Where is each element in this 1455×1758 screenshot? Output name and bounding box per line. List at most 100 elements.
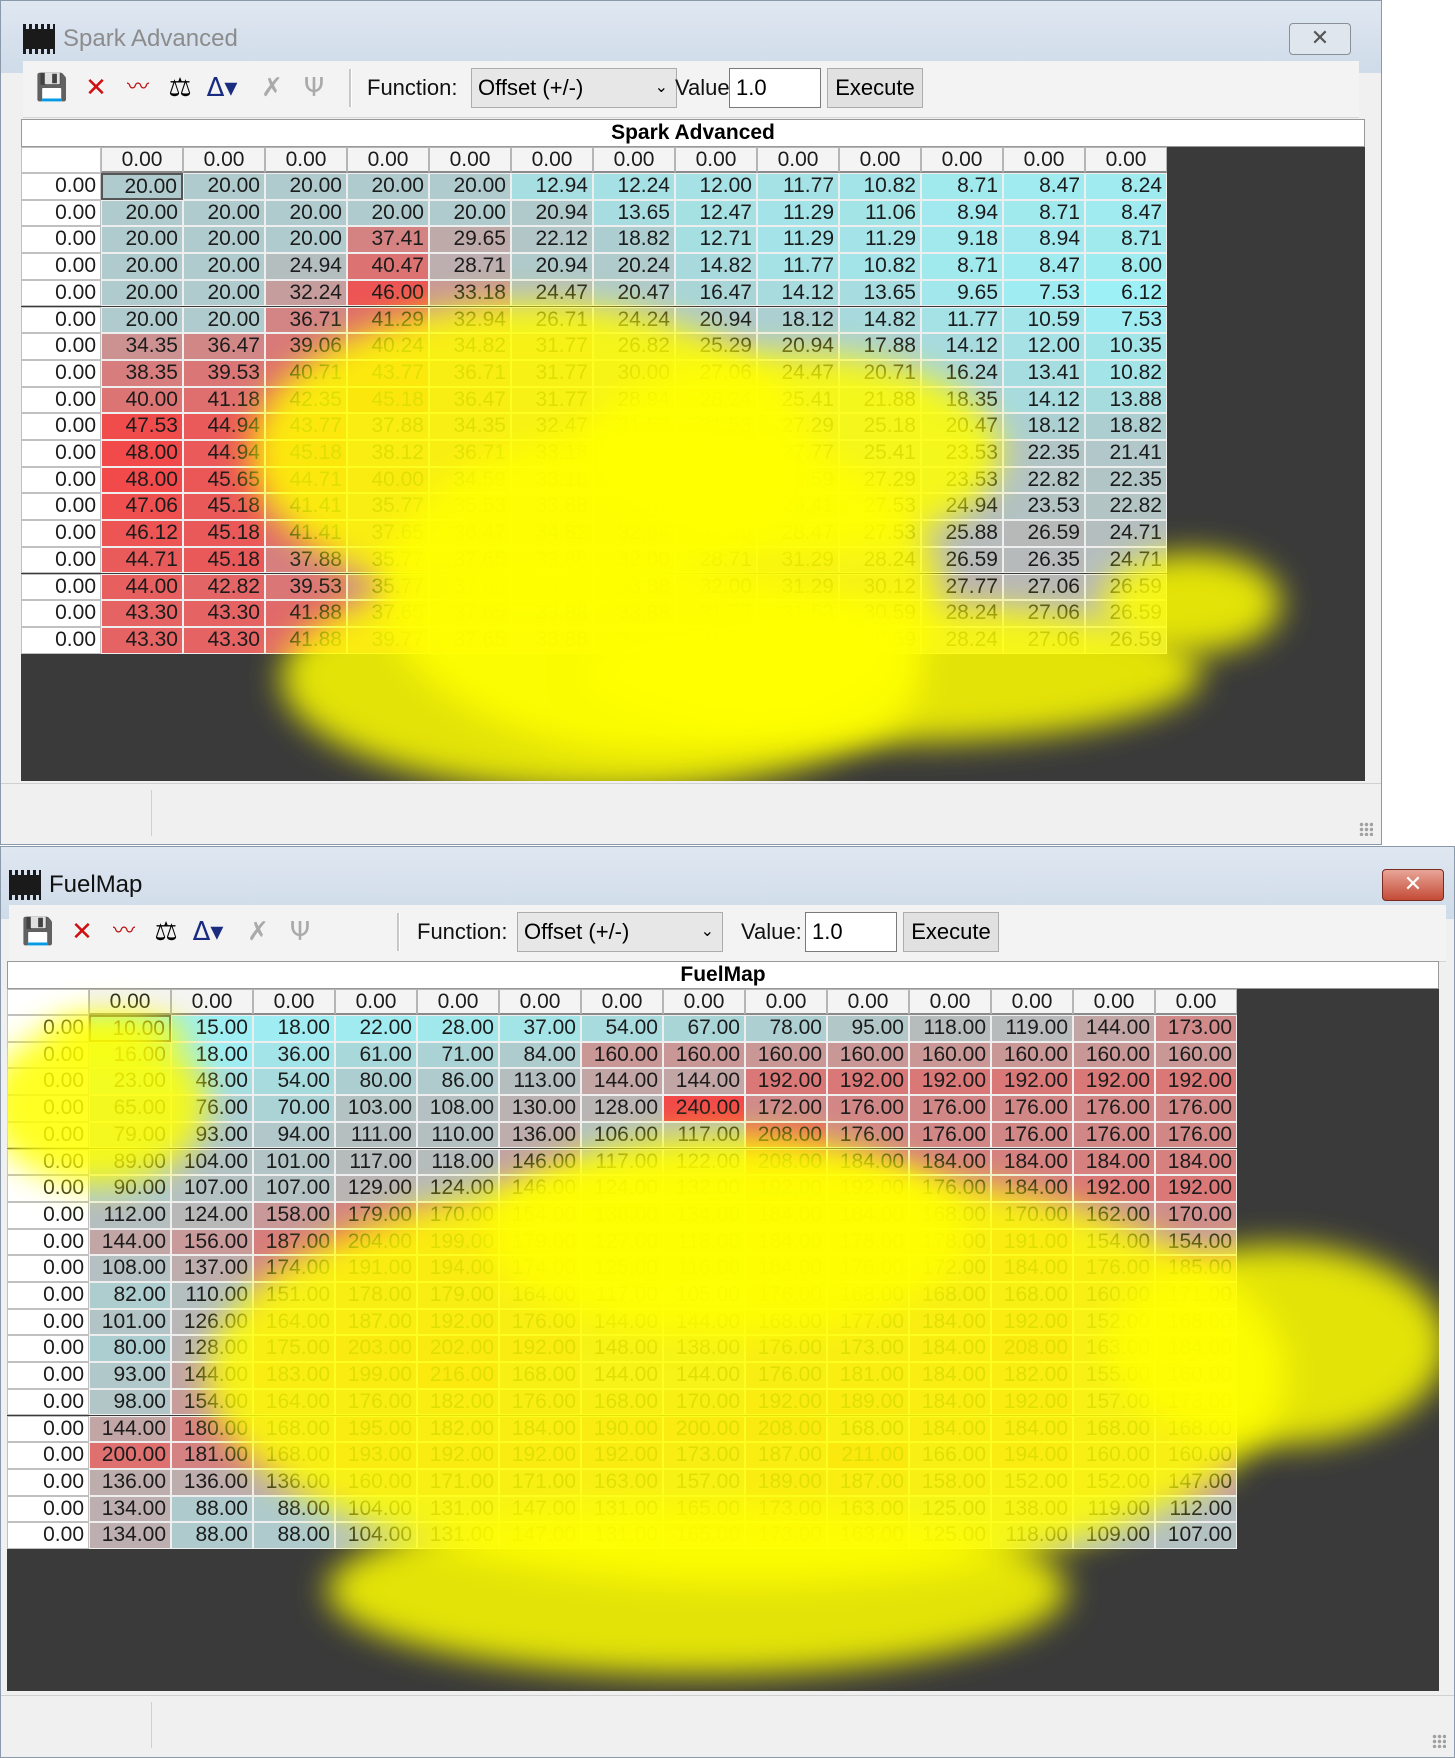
table-cell[interactable]: 144.00 [663, 1308, 745, 1336]
table-cell[interactable]: 184.00 [909, 1335, 991, 1363]
table-cell[interactable]: 176.00 [909, 1121, 991, 1149]
table-cell[interactable]: 31.53 [757, 626, 839, 654]
table-cell[interactable]: 176.00 [991, 1121, 1073, 1149]
table-cell[interactable]: 48.00 [101, 440, 183, 467]
row-header[interactable]: 0.00 [7, 1495, 89, 1523]
table-cell[interactable]: 138.00 [991, 1495, 1073, 1523]
table-cell[interactable]: 93.00 [89, 1362, 171, 1389]
table-cell[interactable]: 30.00 [593, 359, 675, 387]
table-cell[interactable]: 36.47 [429, 386, 511, 414]
table-cell[interactable]: 45.18 [183, 520, 265, 547]
table-cell[interactable]: 12.47 [675, 199, 757, 227]
row-header[interactable]: 0.00 [21, 573, 101, 601]
table-cell[interactable]: 184.00 [909, 1362, 991, 1389]
table-cell[interactable]: 192.00 [499, 1442, 581, 1469]
table-cell[interactable]: 171.00 [1155, 1282, 1237, 1309]
table-cell[interactable]: 168.00 [581, 1388, 663, 1416]
table-cell[interactable]: 137.00 [171, 1255, 253, 1282]
table-cell[interactable]: 152.00 [991, 1468, 1073, 1496]
table-cell[interactable]: 146.00 [499, 1148, 581, 1176]
table-cell[interactable]: 33.18 [511, 466, 593, 494]
table-cell[interactable]: 178.00 [909, 1228, 991, 1256]
table-cell[interactable]: 32.24 [265, 279, 347, 307]
column-header[interactable]: 0.00 [253, 989, 335, 1015]
table-cell[interactable]: 37.65 [429, 546, 511, 574]
table-cell[interactable]: 158.00 [253, 1201, 335, 1229]
table-cell[interactable]: 128.00 [171, 1335, 253, 1363]
table-cell[interactable]: 22.82 [1085, 493, 1167, 521]
table-cell[interactable]: 37.65 [347, 520, 429, 547]
table-cell[interactable]: 39.53 [265, 573, 347, 601]
table-cell[interactable]: 61.00 [335, 1041, 417, 1069]
table-cell[interactable]: 131.00 [417, 1522, 499, 1549]
table-cell[interactable]: 45.18 [347, 386, 429, 414]
table-cell[interactable]: 33.88 [511, 493, 593, 521]
table-cell[interactable]: 192.00 [1073, 1068, 1155, 1096]
table-cell[interactable]: 26.71 [511, 306, 593, 334]
table-cell[interactable]: 31.77 [675, 600, 757, 627]
table-cell[interactable]: 170.00 [991, 1201, 1073, 1229]
table-cell[interactable]: 36.47 [183, 333, 265, 360]
table-cell[interactable]: 134.00 [89, 1522, 171, 1549]
table-cell[interactable]: 35.77 [347, 573, 429, 601]
table-cell[interactable]: 138.00 [581, 1201, 663, 1229]
table-cell[interactable]: 187.00 [335, 1308, 417, 1336]
table-cell[interactable]: 88.00 [253, 1495, 335, 1523]
table-cell[interactable]: 40.47 [347, 253, 429, 280]
table-cell[interactable]: 148.00 [581, 1335, 663, 1363]
table-cell[interactable]: 184.00 [991, 1148, 1073, 1176]
marker-icon[interactable]: Δ▾ [205, 71, 239, 105]
table-cell[interactable]: 98.00 [89, 1388, 171, 1416]
table-cell[interactable]: 14.82 [839, 306, 921, 334]
column-header[interactable]: 0.00 [101, 147, 183, 173]
table-cell[interactable]: 127.00 [581, 1228, 663, 1256]
table-cell[interactable]: 118.00 [991, 1522, 1073, 1549]
table-cell[interactable]: 10.82 [1085, 359, 1167, 387]
table-cell[interactable]: 18.00 [171, 1041, 253, 1069]
table-cell[interactable]: 178.00 [335, 1282, 417, 1309]
table-cell[interactable]: 173.00 [827, 1335, 909, 1363]
table-cell[interactable]: 176.00 [1073, 1255, 1155, 1282]
table-cell[interactable]: 8.47 [1003, 173, 1085, 200]
table-cell[interactable]: 31.29 [757, 573, 839, 601]
table-cell[interactable]: 44.94 [183, 413, 265, 440]
table-cell[interactable]: 20.00 [101, 306, 183, 334]
table-cell[interactable]: 160.00 [745, 1041, 827, 1069]
table-cell[interactable]: 163.00 [827, 1495, 909, 1523]
table-cell[interactable]: 32.00 [593, 546, 675, 574]
table-cell[interactable]: 27.06 [1003, 626, 1085, 654]
column-header[interactable]: 0.00 [757, 147, 839, 173]
table-cell[interactable]: 20.00 [265, 226, 347, 254]
table-cell[interactable]: 20.00 [183, 279, 265, 307]
table-cell[interactable]: 94.00 [253, 1121, 335, 1149]
table-cell[interactable]: 34.82 [511, 520, 593, 547]
table-cell[interactable]: 147.00 [499, 1495, 581, 1523]
table-cell[interactable]: 14.12 [921, 333, 1003, 360]
table-cell[interactable]: 10.59 [1003, 306, 1085, 334]
table-cell[interactable]: 184.00 [991, 1175, 1073, 1202]
table-cell[interactable]: 152.00 [1073, 1308, 1155, 1336]
table-cell[interactable]: 26.59 [1085, 573, 1167, 601]
column-header[interactable]: 0.00 [581, 989, 663, 1015]
table-cell[interactable]: 111.00 [335, 1121, 417, 1149]
table-cell[interactable]: 22.35 [1085, 466, 1167, 494]
column-header[interactable]: 0.00 [909, 989, 991, 1015]
row-header[interactable]: 0.00 [21, 600, 101, 627]
table-cell[interactable]: 184.00 [745, 1201, 827, 1229]
table-cell[interactable]: 34.59 [429, 466, 511, 494]
table-cell[interactable]: 18.35 [921, 386, 1003, 414]
table-cell[interactable]: 134.00 [663, 1201, 745, 1229]
table-cell[interactable]: 124.00 [417, 1175, 499, 1202]
table-cell[interactable]: 27.53 [839, 493, 921, 521]
table-cell[interactable]: 42.35 [265, 386, 347, 414]
table-cell[interactable]: 208.00 [745, 1121, 827, 1149]
column-header[interactable]: 0.00 [335, 989, 417, 1015]
table-cell[interactable]: 174.00 [499, 1255, 581, 1282]
table-cell[interactable]: 179.00 [335, 1201, 417, 1229]
table-cell[interactable]: 208.00 [991, 1335, 1073, 1363]
table-cell[interactable]: 208.00 [745, 1148, 827, 1176]
table-cell[interactable]: 10.82 [839, 173, 921, 200]
table-cell[interactable]: 27.77 [757, 440, 839, 467]
row-header[interactable]: 0.00 [7, 1041, 89, 1069]
row-header[interactable]: 0.00 [21, 546, 101, 574]
